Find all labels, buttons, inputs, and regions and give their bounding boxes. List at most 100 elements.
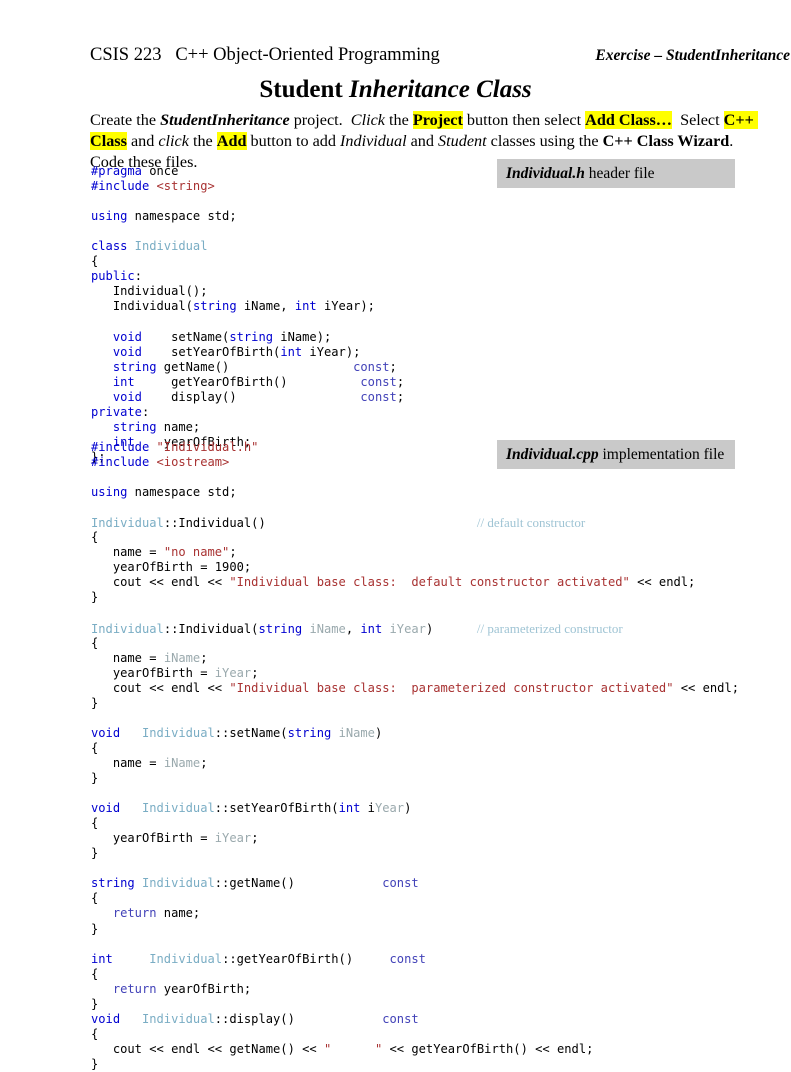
code-token: ::Individual( bbox=[163, 621, 259, 636]
code-token: << getYearOfBirth() << endl; bbox=[382, 1041, 594, 1056]
code-token: } bbox=[91, 996, 99, 1011]
code-line: { bbox=[91, 967, 739, 982]
code-token: } bbox=[91, 695, 99, 710]
code-line: Individual::Individual() // default cons… bbox=[91, 515, 739, 530]
code-line: Individual(); bbox=[91, 284, 404, 299]
intro-text: project. bbox=[289, 111, 351, 129]
code-token: <iostream> bbox=[149, 455, 230, 470]
code-line: cout << endl << "Individual base class: … bbox=[91, 681, 739, 696]
code-token: int bbox=[294, 299, 317, 314]
code-token: << endl; bbox=[629, 575, 696, 590]
code-token: void bbox=[91, 329, 142, 344]
code-token: iYear bbox=[389, 621, 426, 636]
code-token: ::Individual() bbox=[163, 516, 266, 531]
code-line: { bbox=[91, 530, 739, 545]
click-word: click bbox=[158, 132, 189, 150]
page-title: Student Inheritance Class bbox=[0, 76, 791, 104]
code-token: Individual( bbox=[91, 299, 193, 314]
code-line: class Individual bbox=[91, 239, 404, 254]
code-line: } bbox=[91, 590, 739, 605]
code-token: cout << endl << getName() << bbox=[91, 1041, 324, 1056]
code-token: } bbox=[91, 771, 99, 786]
intro-text: the bbox=[384, 111, 413, 129]
code-line: int getYearOfBirth() const; bbox=[91, 375, 404, 390]
code-line: { bbox=[91, 1027, 739, 1042]
intro-text: button to add bbox=[246, 132, 341, 150]
code-token: { bbox=[91, 1026, 99, 1041]
code-token: : bbox=[134, 269, 142, 284]
code-line: name = iName; bbox=[91, 756, 739, 771]
code-line: { bbox=[91, 891, 739, 906]
code-token: void bbox=[91, 725, 121, 740]
code-token: ) bbox=[374, 725, 383, 740]
code-line: void setName(string iName); bbox=[91, 330, 404, 345]
code-token: private bbox=[91, 404, 142, 419]
code-line: { bbox=[91, 636, 739, 651]
code-token: using bbox=[91, 209, 128, 224]
code-token: #include bbox=[91, 179, 150, 194]
code-token: ::setName( bbox=[214, 725, 288, 740]
code-token: Year bbox=[374, 801, 405, 816]
code-token: string bbox=[91, 359, 157, 374]
code-line: { bbox=[91, 254, 404, 269]
code-token: iYear); bbox=[316, 299, 375, 314]
code-token: const bbox=[389, 951, 426, 966]
code-token: " " bbox=[324, 1041, 383, 1056]
code-token: } bbox=[91, 1056, 99, 1071]
code-token: const bbox=[360, 374, 397, 389]
code-token: Individual bbox=[141, 876, 215, 891]
code-token: using bbox=[91, 485, 128, 500]
code-token: iYear); bbox=[302, 344, 361, 359]
code-token: setYearOfBirth( bbox=[141, 344, 281, 359]
code-line: void Individual::setYearOfBirth(int iYea… bbox=[91, 801, 739, 816]
code-line: } bbox=[91, 771, 739, 786]
title-italic: Inheritance Class bbox=[348, 76, 532, 103]
code-line: } bbox=[91, 1057, 739, 1072]
code-line: Individual::Individual(string iName, int… bbox=[91, 621, 739, 636]
code-token: Individual(); bbox=[91, 284, 208, 299]
code-line: cout << endl << getName() << " " << getY… bbox=[91, 1042, 739, 1057]
code-token: iName bbox=[163, 650, 201, 665]
code-token: string bbox=[91, 876, 135, 891]
code-token: Individual bbox=[149, 951, 223, 966]
code-token: public bbox=[91, 269, 135, 284]
code-token: "Individual base class: default construc… bbox=[229, 575, 630, 590]
code-line: } bbox=[91, 997, 739, 1012]
code-token: class bbox=[91, 239, 128, 254]
code-token: ; bbox=[251, 831, 259, 846]
intro-text: the bbox=[188, 132, 217, 150]
code-token: string bbox=[229, 329, 274, 344]
code-token: string bbox=[91, 419, 157, 434]
code-token: iName, bbox=[236, 299, 295, 314]
header-file-name: Individual.h bbox=[506, 165, 585, 182]
code-token: iYear bbox=[214, 831, 252, 846]
code-line: yearOfBirth = 1900; bbox=[91, 560, 739, 575]
intro-text: Select bbox=[671, 111, 724, 129]
code-line: private: bbox=[91, 405, 404, 420]
code-token: { bbox=[91, 530, 99, 545]
individual-class-name: Individual bbox=[340, 132, 407, 150]
code-token: string bbox=[258, 621, 303, 636]
code-token: iName); bbox=[273, 329, 332, 344]
add-button-label: Add bbox=[216, 132, 247, 150]
title-plain: Student bbox=[259, 76, 349, 103]
header-code-block: #pragma once #include <string> using names… bbox=[91, 164, 404, 465]
student-class-name: Student bbox=[438, 132, 487, 150]
code-line: public: bbox=[91, 269, 404, 284]
code-token: #pragma bbox=[91, 164, 142, 178]
cpp-code-block: #include "Individual.h" #include <iostrea… bbox=[91, 440, 739, 1072]
code-line: return yearOfBirth; bbox=[91, 982, 739, 997]
code-token: i bbox=[360, 801, 375, 816]
code-token: ; bbox=[389, 359, 397, 374]
code-comment: // parameterized constructor bbox=[476, 620, 623, 636]
code-token: yearOfBirth = bbox=[91, 665, 215, 680]
code-line: } bbox=[91, 696, 739, 711]
code-token: Individual bbox=[141, 801, 215, 816]
